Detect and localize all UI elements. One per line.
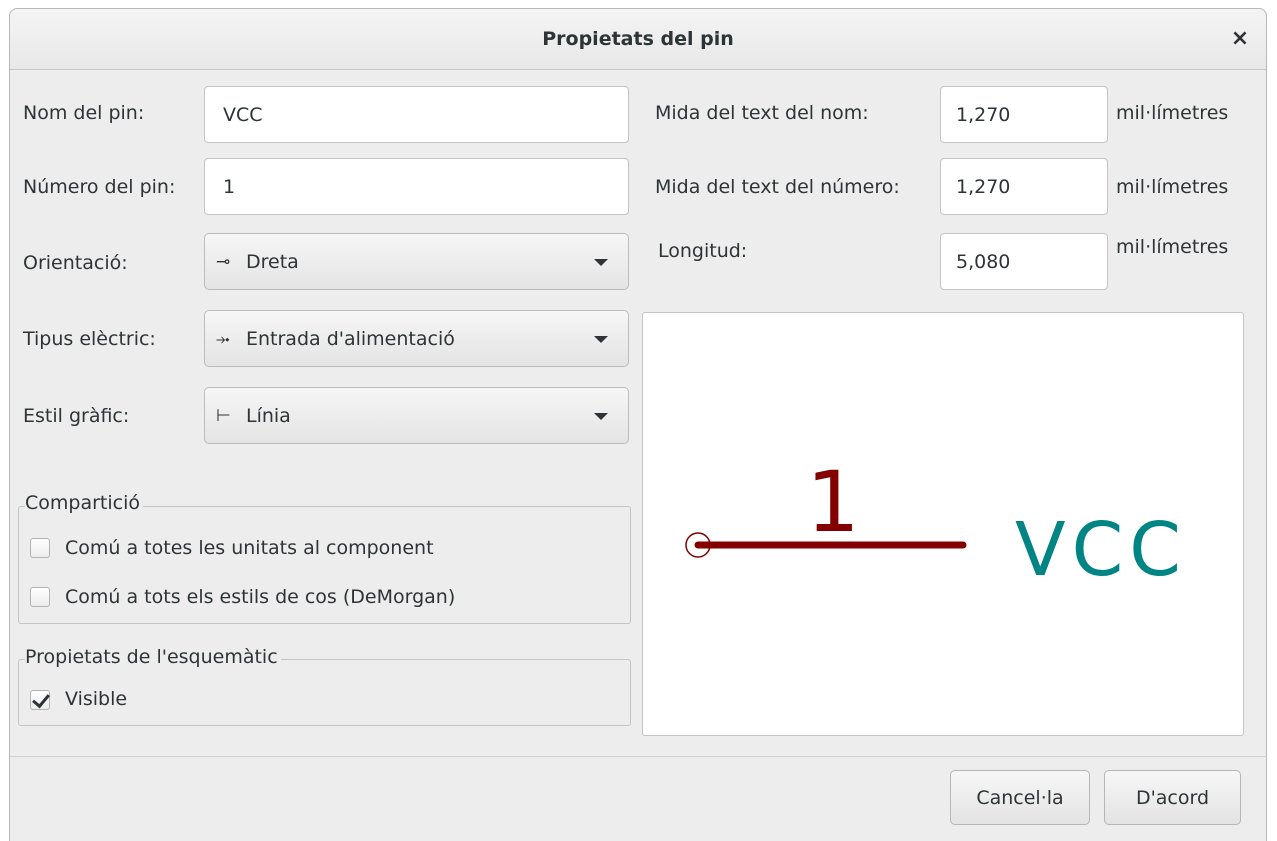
cancel-button[interactable]: Cancel·la [950, 770, 1090, 825]
chevron-down-icon [594, 258, 608, 266]
pin-right-orientation-icon: ⊸ [216, 251, 231, 272]
pin-name-input[interactable]: VCC [204, 86, 629, 143]
schematic-properties-title: Propietats de l'esquemàtic [25, 646, 281, 668]
common-styles-label[interactable]: Comú a tots els estils de cos (DeMorgan) [65, 586, 455, 608]
name-text-size-value: 1,270 [956, 103, 1011, 126]
chevron-down-icon [594, 335, 608, 343]
orientation-selected: Dreta [246, 250, 299, 273]
pin-preview-svg: 1 VCC [685, 453, 1187, 593]
button-separator [10, 756, 1267, 757]
electrical-type-label: Tipus elèctric: [23, 328, 156, 350]
number-text-size-label: Mida del text del número: [655, 176, 900, 198]
electrical-type-selected: Entrada d'alimentació [246, 327, 455, 350]
name-text-size-input[interactable]: 1,270 [940, 86, 1108, 143]
pin-name-text: VCC [1015, 507, 1187, 593]
power-input-icon: ⤞ [216, 328, 230, 349]
visible-label[interactable]: Visible [65, 688, 127, 710]
pin-number-label: Número del pin: [23, 176, 176, 198]
pin-preview-canvas: 1 VCC [642, 312, 1244, 736]
pin-name-label: Nom del pin: [23, 102, 145, 124]
visible-checkbox[interactable] [30, 690, 50, 710]
line-style-icon: ⊢ [216, 405, 231, 426]
length-unit: mil·límetres [1116, 236, 1229, 258]
dialog-title: Propietats del pin [542, 28, 734, 50]
close-icon[interactable]: × [1224, 23, 1256, 55]
common-units-checkbox[interactable] [30, 538, 50, 558]
pin-number-value: 1 [223, 175, 236, 198]
graphic-style-label: Estil gràfic: [23, 405, 130, 427]
name-text-size-unit: mil·límetres [1116, 102, 1229, 124]
sharing-frame-title: Compartició [25, 492, 143, 514]
length-input[interactable]: 5,080 [940, 233, 1108, 290]
title-bar: Propietats del pin × [10, 9, 1266, 70]
name-text-size-label: Mida del text del nom: [655, 102, 869, 124]
common-units-label[interactable]: Comú a totes les unitats al component [65, 537, 434, 559]
pin-name-value: VCC [223, 103, 263, 126]
graphic-style-selected: Línia [246, 404, 291, 427]
common-styles-checkbox[interactable] [30, 587, 50, 607]
ok-button[interactable]: D'acord [1104, 770, 1241, 825]
orientation-label: Orientació: [23, 252, 128, 274]
length-value: 5,080 [956, 250, 1011, 273]
electrical-type-select[interactable]: ⤞ Entrada d'alimentació [204, 310, 629, 367]
chevron-down-icon [594, 412, 608, 420]
length-label: Longitud: [658, 240, 748, 262]
pin-number-input[interactable]: 1 [204, 158, 629, 215]
graphic-style-select[interactable]: ⊢ Línia [204, 387, 629, 444]
number-text-size-input[interactable]: 1,270 [940, 158, 1108, 215]
number-text-size-unit: mil·límetres [1116, 176, 1229, 198]
orientation-select[interactable]: ⊸ Dreta [204, 233, 629, 290]
pin-number-text: 1 [806, 453, 859, 551]
number-text-size-value: 1,270 [956, 175, 1011, 198]
